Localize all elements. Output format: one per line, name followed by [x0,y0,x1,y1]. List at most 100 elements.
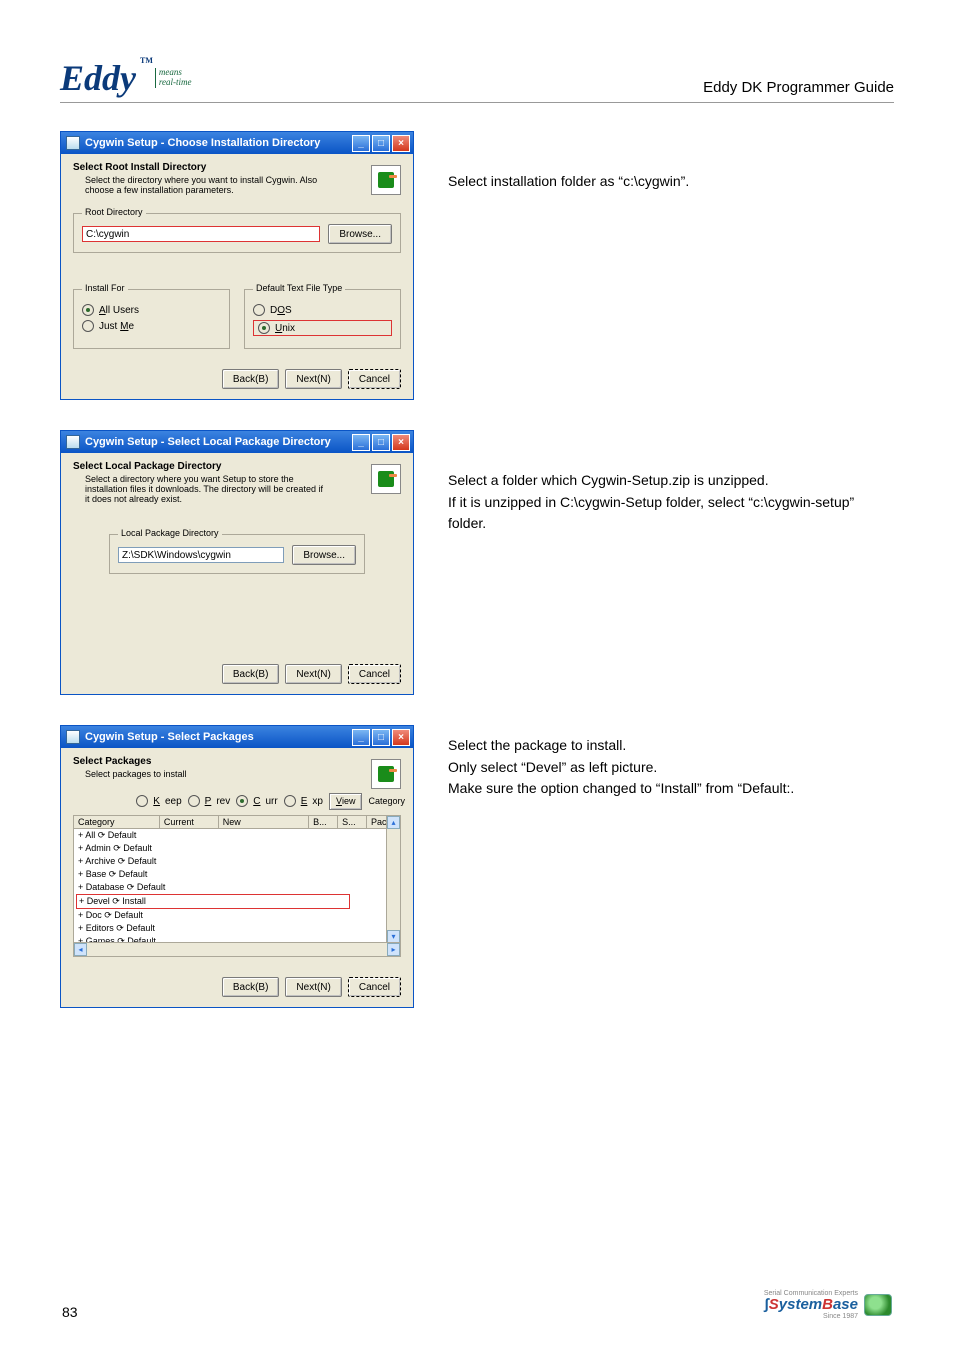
back-button[interactable]: Back(B) [222,977,280,997]
maximize-button[interactable]: □ [372,729,390,746]
next-button[interactable]: Next(N) [285,664,341,684]
vertical-scrollbar[interactable]: ▴ ▾ [386,816,400,943]
group-label: Default Text File Type [253,283,345,293]
titlebar[interactable]: Cygwin Setup - Select Packages _ □ × [61,726,413,748]
list-item[interactable]: + Database ⟳ Default [76,881,400,894]
back-button[interactable]: Back(B) [222,664,280,684]
titlebar[interactable]: Cygwin Setup - Choose Installation Direc… [61,132,413,154]
list-item[interactable]: + Admin ⟳ Default [76,842,400,855]
minimize-button[interactable]: _ [352,434,370,451]
sbase-since: Since 1987 [764,1313,858,1320]
close-button[interactable]: × [392,729,410,746]
dialog-title: Cygwin Setup - Select Local Package Dire… [85,436,331,448]
app-icon [66,435,80,449]
instruction-text-1: Select installation folder as “c:\cygwin… [448,131,894,400]
maximize-button[interactable]: □ [372,135,390,152]
list-item[interactable]: + Archive ⟳ Default [76,855,400,868]
dialog-local-package-dir: Cygwin Setup - Select Local Package Dire… [60,430,414,695]
radio-curr[interactable]: Curr [236,795,277,807]
root-directory-input[interactable]: C:\cygwin [82,226,320,242]
local-package-input[interactable]: Z:\SDK\Windows\cygwin [118,547,284,563]
frog-icon [864,1294,892,1316]
radio-dot-icon [258,322,270,334]
package-list[interactable]: Category Current New B... S... Packa + A… [73,815,401,957]
browse-button[interactable]: Browse... [292,545,356,565]
text-file-type-group: Default Text File Type DOS Unix [244,289,401,349]
cygwin-icon [371,759,401,789]
section-desc: Select a directory where you want Setup … [85,474,325,504]
dialog-title: Cygwin Setup - Select Packages [85,731,254,743]
radio-just-me[interactable]: Just Me [82,320,221,332]
dialog-choose-install-dir: Cygwin Setup - Choose Installation Direc… [60,131,414,400]
list-item[interactable]: + Base ⟳ Default [76,868,400,881]
col-new[interactable]: New [219,816,309,828]
guide-title: Eddy DK Programmer Guide [703,79,894,96]
back-button[interactable]: Back(B) [222,369,280,389]
cygwin-icon [371,464,401,494]
minimize-button[interactable]: _ [352,135,370,152]
list-item[interactable]: + Doc ⟳ Default [76,909,400,922]
view-option-row: Keep Prev Curr Exp View Category [65,789,409,813]
logo-tm: TM [140,56,153,65]
col-current[interactable]: Current [160,816,219,828]
dialog-title: Cygwin Setup - Choose Installation Direc… [85,137,320,149]
cancel-button[interactable]: Cancel [348,977,401,997]
radio-dot-icon [82,320,94,332]
cancel-button[interactable]: Cancel [348,369,401,389]
radio-keep[interactable]: Keep [136,795,181,807]
app-icon [66,730,80,744]
app-icon [66,136,80,150]
list-item-devel[interactable]: + Devel ⟳ Install [76,894,350,909]
group-label: Install For [82,283,128,293]
install-for-group: Install For All Users Just Me [73,289,230,349]
list-body[interactable]: + All ⟳ Default + Admin ⟳ Default + Arch… [74,829,400,956]
local-package-group: Local Package Directory Z:\SDK\Windows\c… [109,534,365,574]
page-number: 83 [62,1304,78,1320]
sbase-name: ∫SystemBase [764,1297,858,1313]
radio-dot-icon [253,304,265,316]
logo-main: Eddy [60,60,140,96]
scroll-right-icon[interactable]: ▸ [387,943,400,956]
logo: Eddy TM means real-time [60,60,192,96]
maximize-button[interactable]: □ [372,434,390,451]
instruction-text-2: Select a folder which Cygwin-Setup.zip i… [448,430,894,695]
dialog-select-packages: Cygwin Setup - Select Packages _ □ × Sel… [60,725,414,1008]
section-heading: Select Packages [73,756,401,767]
view-button[interactable]: View [329,793,363,810]
titlebar[interactable]: Cygwin Setup - Select Local Package Dire… [61,431,413,453]
horizontal-scrollbar[interactable]: ◂ ▸ [74,942,400,956]
section-desc: Select the directory where you want to i… [85,175,325,195]
radio-unix[interactable]: Unix [253,320,392,336]
section-heading: Select Root Install Directory [73,162,401,173]
cancel-button[interactable]: Cancel [348,664,401,684]
radio-dos[interactable]: DOS [253,304,392,316]
radio-dot-icon [82,304,94,316]
instruction-text-3: Select the package to install. Only sele… [448,725,894,1008]
cygwin-icon [371,165,401,195]
group-label: Root Directory [82,207,146,217]
list-item[interactable]: + Editors ⟳ Default [76,922,400,935]
col-src[interactable]: S... [338,816,367,828]
radio-all-users[interactable]: All Users [82,304,221,316]
section-heading: Select Local Package Directory [73,461,401,472]
group-label: Local Package Directory [118,528,222,538]
root-directory-group: Root Directory C:\cygwin Browse... [73,213,401,253]
page-header: Eddy TM means real-time Eddy DK Programm… [60,60,894,103]
col-category[interactable]: Category [74,816,160,828]
section-desc: Select packages to install [85,769,325,779]
close-button[interactable]: × [392,434,410,451]
systembase-logo: Serial Communication Experts ∫SystemBase… [764,1290,892,1320]
radio-exp[interactable]: Exp [284,795,323,807]
scroll-up-icon[interactable]: ▴ [387,816,400,829]
browse-button[interactable]: Browse... [328,224,392,244]
next-button[interactable]: Next(N) [285,369,341,389]
col-bin[interactable]: B... [309,816,338,828]
close-button[interactable]: × [392,135,410,152]
radio-prev[interactable]: Prev [188,795,231,807]
view-mode-label: Category [368,796,405,806]
scroll-left-icon[interactable]: ◂ [74,943,87,956]
logo-subtitle: means real-time [155,68,192,88]
list-item[interactable]: + All ⟳ Default [76,829,400,842]
next-button[interactable]: Next(N) [285,977,341,997]
minimize-button[interactable]: _ [352,729,370,746]
